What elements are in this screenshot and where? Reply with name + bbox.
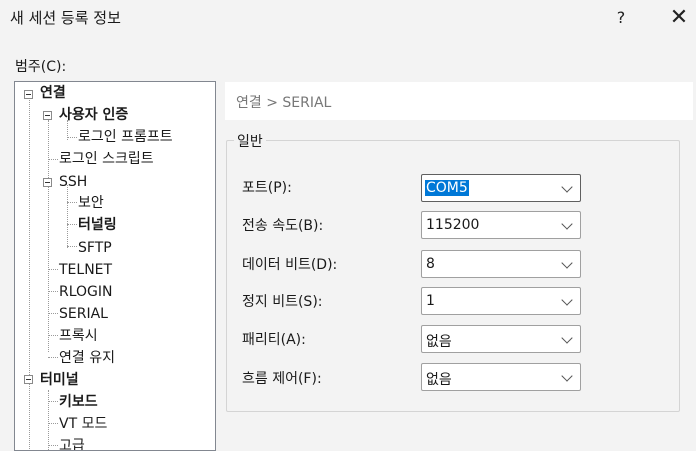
tree-item-tunneling[interactable]: 터널링 bbox=[78, 214, 117, 236]
tree-guide-line bbox=[48, 335, 58, 336]
tree-item-sftp[interactable]: SFTP bbox=[78, 237, 112, 259]
port-label: 포트(P): bbox=[242, 180, 292, 196]
tree-item-vt-mode[interactable]: VT 모드 bbox=[59, 413, 107, 435]
tree-item-keyboard[interactable]: 키보드 bbox=[59, 391, 98, 413]
chevron-down-icon bbox=[561, 332, 573, 344]
tree-item-serial[interactable]: SERIAL bbox=[59, 303, 108, 325]
category-tree[interactable]: 연결 사용자 인증 로그인 프롬프트 로그인 스크립트 SSH 보안 터널링 S… bbox=[14, 81, 216, 451]
tree-item-login-script[interactable]: 로그인 스크립트 bbox=[59, 148, 154, 170]
tree-guide-line bbox=[48, 159, 58, 160]
help-button[interactable]: ? bbox=[598, 0, 644, 34]
collapse-icon[interactable] bbox=[43, 111, 52, 120]
stop-bits-select[interactable]: 1 bbox=[421, 287, 581, 315]
collapse-icon[interactable] bbox=[43, 178, 52, 187]
tree-guide-line bbox=[48, 291, 58, 292]
chevron-down-icon bbox=[561, 294, 573, 306]
chevron-down-icon bbox=[561, 181, 573, 193]
data-bits-value: 8 bbox=[426, 256, 435, 272]
tree-item-user-auth[interactable]: 사용자 인증 bbox=[59, 104, 128, 126]
tree-guide-line bbox=[67, 224, 77, 225]
flow-control-label: 흐름 제어(F): bbox=[242, 371, 322, 387]
tree-item-security[interactable]: 보안 bbox=[78, 192, 104, 214]
baud-rate-value: 115200 bbox=[426, 217, 480, 233]
chevron-down-icon bbox=[561, 218, 573, 230]
category-label: 범주(C): bbox=[15, 59, 67, 75]
tree-item-proxy[interactable]: 프록시 bbox=[59, 325, 98, 347]
tree-guide-line bbox=[67, 246, 77, 247]
collapse-icon[interactable] bbox=[24, 375, 33, 384]
flow-control-value: 없음 bbox=[426, 372, 452, 388]
close-button[interactable]: ✕ bbox=[656, 0, 696, 34]
tree-item-ssh[interactable]: SSH bbox=[59, 171, 87, 193]
tree-item-advanced[interactable]: 고급 bbox=[59, 435, 85, 450]
data-bits-select[interactable]: 8 bbox=[421, 250, 581, 278]
tree-item-terminal[interactable]: 터미널 bbox=[40, 369, 79, 391]
port-value: COM5 bbox=[425, 180, 469, 196]
breadcrumb: 연결 > SERIAL bbox=[225, 82, 693, 120]
baud-rate-label: 전송 속도(B): bbox=[242, 218, 324, 234]
stop-bits-label: 정지 비트(S): bbox=[242, 294, 323, 310]
baud-rate-select[interactable]: 115200 bbox=[421, 211, 581, 239]
tree-item-connection[interactable]: 연결 bbox=[40, 82, 66, 104]
chevron-down-icon bbox=[561, 370, 573, 382]
stop-bits-value: 1 bbox=[426, 293, 435, 309]
tree-item-keep-alive[interactable]: 연결 유지 bbox=[59, 347, 115, 369]
tree-item-telnet[interactable]: TELNET bbox=[59, 259, 112, 281]
tree-guide-line bbox=[48, 390, 49, 450]
tree-guide-line bbox=[67, 202, 77, 203]
chevron-down-icon bbox=[561, 257, 573, 269]
tree-guide-line bbox=[29, 98, 30, 450]
collapse-icon[interactable] bbox=[24, 90, 33, 99]
tree-guide-line bbox=[67, 137, 77, 138]
breadcrumb-text: 연결 > SERIAL bbox=[236, 95, 332, 111]
tree-item-login-prompt[interactable]: 로그인 프롬프트 bbox=[78, 126, 173, 148]
general-group-title: 일반 bbox=[234, 131, 266, 151]
tree-guide-line bbox=[48, 313, 58, 314]
parity-label: 패리티(A): bbox=[242, 332, 306, 348]
window-title: 새 세션 등록 정보 bbox=[10, 9, 121, 27]
tree-guide-line bbox=[48, 401, 58, 402]
tree-guide-line bbox=[48, 423, 58, 424]
close-icon: ✕ bbox=[669, 4, 689, 30]
tree-guide-line bbox=[48, 120, 49, 352]
tree-item-rlogin[interactable]: RLOGIN bbox=[59, 281, 113, 303]
help-icon: ? bbox=[616, 7, 626, 27]
tree-guide-line bbox=[48, 269, 58, 270]
tree-guide-line bbox=[67, 185, 68, 248]
data-bits-label: 데이터 비트(D): bbox=[242, 257, 338, 273]
parity-select[interactable]: 없음 bbox=[421, 325, 581, 353]
flow-control-select[interactable]: 없음 bbox=[421, 363, 581, 391]
tree-guide-line bbox=[48, 357, 58, 358]
port-select[interactable]: COM5 bbox=[421, 174, 581, 202]
parity-value: 없음 bbox=[426, 334, 452, 350]
title-bar: 새 세션 등록 정보 ? ✕ bbox=[0, 0, 696, 36]
